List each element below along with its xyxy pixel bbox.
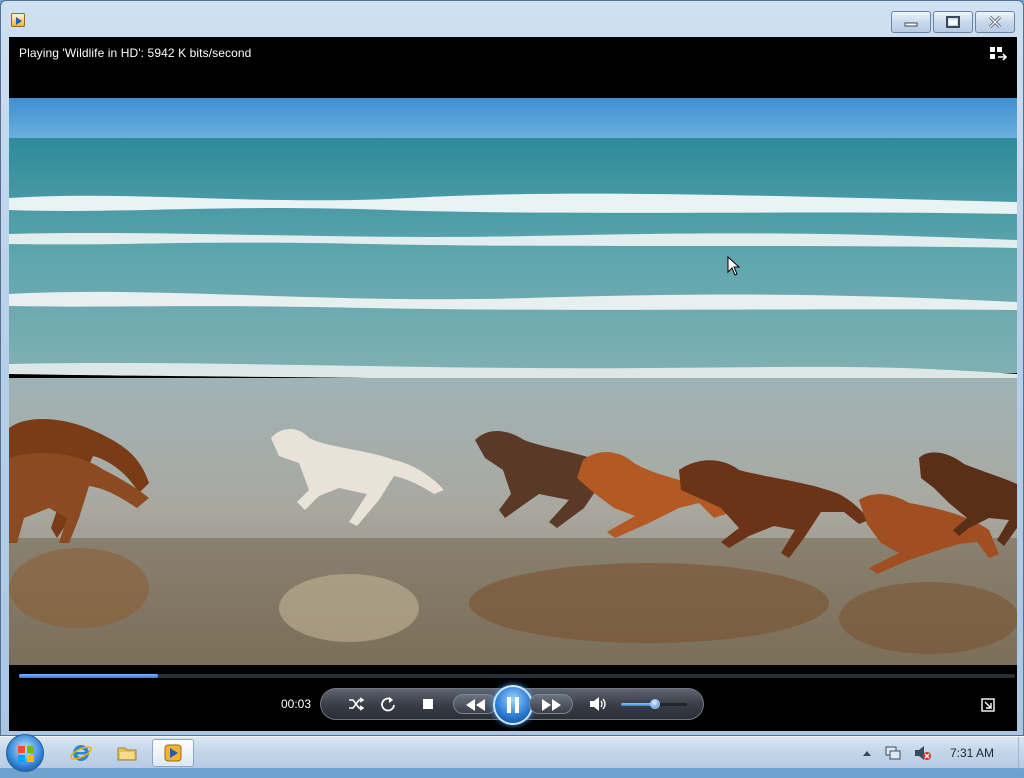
stop-button[interactable] [415,689,441,719]
maximize-button[interactable] [933,11,973,33]
previous-icon [466,699,485,711]
full-screen-icon[interactable] [981,698,995,712]
elapsed-time: 00:03 [281,697,312,711]
stop-icon [423,699,433,709]
shuffle-button[interactable] [343,689,369,719]
taskbar-clock[interactable]: 7:31 AM [950,746,994,760]
volume-slider[interactable] [621,699,687,709]
video-frame-image [9,98,1017,665]
minimize-button[interactable] [891,11,931,33]
next-icon [542,699,561,711]
close-icon [988,15,1002,29]
repeat-icon [381,697,395,712]
pause-button[interactable] [493,685,533,725]
media-player-window: Playing 'Wildlife in HD': 5942 K bits/se… [0,0,1024,736]
shuffle-icon [349,697,364,711]
show-hidden-icons-icon[interactable] [862,749,872,757]
next-button[interactable] [529,694,573,714]
volume-slider-thumb[interactable] [650,699,661,709]
windows-media-player-icon [11,13,25,27]
minimize-icon [904,22,918,27]
taskbar-windows-media-player[interactable] [152,739,194,767]
seek-bar[interactable] [19,674,1015,678]
close-button[interactable] [975,11,1015,33]
restore-icon [946,16,960,28]
now-playing-status: Playing 'Wildlife in HD': 5942 K bits/se… [19,46,252,60]
video-display[interactable] [9,98,1017,665]
taskbar: 7:31 AM [0,734,1024,772]
volume-icon [590,697,606,711]
start-button[interactable] [6,734,44,772]
now-playing-area: Playing 'Wildlife in HD': 5942 K bits/se… [9,37,1017,731]
taskbar-windows-explorer[interactable] [106,739,148,767]
windows-explorer-icon [117,747,137,761]
notification-area: 7:31 AM [862,737,1014,769]
title-bar[interactable] [1,1,1023,37]
windows-media-player-icon [164,744,182,762]
transport-controls [320,685,704,725]
seek-progress [19,674,159,678]
repeat-button[interactable] [375,689,401,719]
volume-muted-icon[interactable] [914,745,932,761]
show-desktop-button[interactable] [1018,737,1024,769]
network-icon[interactable] [884,745,902,761]
taskbar-internet-explorer[interactable] [60,739,102,767]
previous-button[interactable] [453,694,497,714]
start-orb-icon [18,746,34,762]
mouse-cursor-icon [727,256,741,276]
internet-explorer-icon [70,745,92,761]
pause-icon [507,697,519,713]
switch-to-library-icon[interactable] [989,45,1007,61]
mute-button[interactable] [585,689,611,719]
